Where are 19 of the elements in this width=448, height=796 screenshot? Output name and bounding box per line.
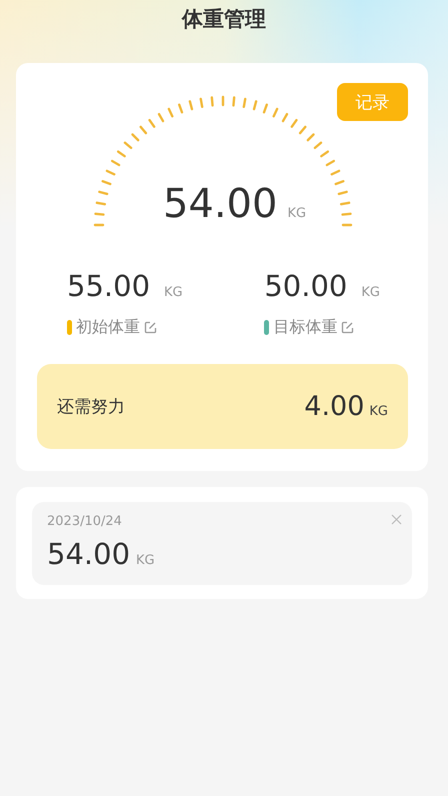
record-button[interactable]: 记录	[337, 83, 408, 121]
weight-unit: KG	[136, 553, 155, 568]
weight-unit: KG	[287, 206, 306, 221]
weight-unit: KG	[164, 285, 183, 300]
current-weight: 54.00	[162, 181, 278, 227]
weight-unit: KG	[361, 285, 380, 300]
weight-value: 50.00	[264, 269, 348, 303]
edit-icon[interactable]	[144, 321, 157, 334]
remaining-value: 4.00	[304, 391, 364, 422]
record-date: 2023/10/24	[47, 514, 122, 529]
weight-unit: KG	[369, 404, 388, 419]
remaining-label: 还需努力	[57, 396, 125, 418]
close-icon[interactable]	[391, 514, 402, 525]
weight-label: 目标体重	[273, 317, 338, 338]
weight-value: 55.00	[67, 269, 150, 303]
weight-label: 初始体重	[76, 317, 140, 338]
edit-icon[interactable]	[341, 321, 354, 334]
page-title: 体重管理	[182, 6, 266, 33]
record-weight: 54.00	[47, 537, 130, 571]
